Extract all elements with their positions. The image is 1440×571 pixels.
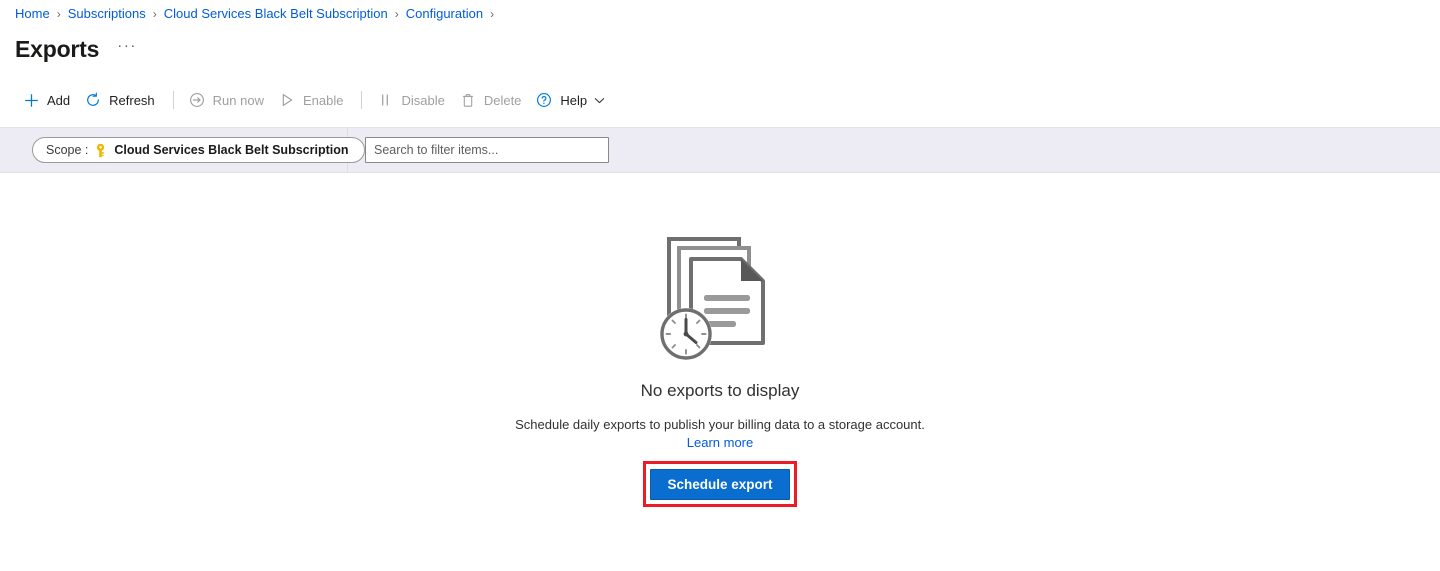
empty-state: No exports to display Schedule daily exp…: [0, 173, 1440, 507]
filter-bar: Scope : Cloud Services Black Belt Subscr…: [0, 127, 1440, 173]
run-now-button[interactable]: Run now: [183, 85, 273, 115]
search-filter-zone: [348, 128, 609, 172]
toolbar-divider: [361, 91, 363, 109]
breadcrumb-separator-icon: ›: [152, 7, 157, 21]
search-input[interactable]: [365, 137, 609, 163]
run-now-label: Run now: [212, 92, 264, 108]
disable-button[interactable]: Disable: [371, 85, 453, 115]
empty-state-description: Schedule daily exports to publish your b…: [515, 417, 925, 432]
schedule-export-button[interactable]: Schedule export: [650, 469, 790, 500]
breadcrumb-item-subscription[interactable]: Cloud Services Black Belt Subscription: [164, 0, 388, 28]
help-label: Help: [560, 92, 588, 108]
scheduled-documents-clock-illustration: [655, 229, 785, 369]
toolbar-divider: [172, 91, 174, 109]
run-now-icon: [188, 91, 206, 109]
refresh-button[interactable]: Refresh: [79, 85, 164, 115]
add-button[interactable]: Add: [17, 85, 79, 115]
help-button[interactable]: Help: [530, 85, 614, 115]
chevron-down-icon[interactable]: [594, 95, 605, 106]
play-icon: [278, 91, 296, 109]
breadcrumb: Home › Subscriptions › Cloud Services Bl…: [0, 0, 1440, 28]
enable-label: Enable: [302, 92, 344, 108]
enable-button[interactable]: Enable: [273, 85, 352, 115]
plus-icon: [22, 91, 40, 109]
breadcrumb-item-configuration[interactable]: Configuration: [406, 0, 483, 28]
breadcrumb-separator-icon: ›: [394, 7, 399, 21]
delete-label: Delete: [483, 92, 522, 108]
breadcrumb-item-subscriptions[interactable]: Subscriptions: [68, 0, 146, 28]
scope-filter-pill[interactable]: Scope : Cloud Services Black Belt Subscr…: [32, 137, 365, 163]
refresh-icon: [84, 91, 102, 109]
learn-more-link[interactable]: Learn more: [687, 435, 753, 450]
scope-value: Cloud Services Black Belt Subscription: [114, 143, 349, 157]
disable-label: Disable: [401, 92, 445, 108]
help-circle-icon: [535, 91, 553, 109]
breadcrumb-separator-icon: ›: [490, 7, 495, 21]
delete-button[interactable]: Delete: [454, 85, 531, 115]
breadcrumb-separator-icon: ›: [56, 7, 61, 21]
more-options-icon[interactable]: ···: [117, 37, 137, 54]
trash-icon: [459, 91, 477, 109]
breadcrumb-item-home[interactable]: Home: [15, 0, 50, 28]
refresh-label: Refresh: [109, 92, 155, 108]
subscription-key-icon: [94, 143, 107, 158]
scope-filter-zone: Scope : Cloud Services Black Belt Subscr…: [0, 128, 365, 172]
pause-icon: [376, 91, 394, 109]
add-label: Add: [47, 92, 71, 108]
command-bar: Add Refresh Run now Enable Disable Delet…: [0, 82, 1440, 118]
highlight-box: Schedule export: [643, 461, 797, 507]
page-header: Exports ···: [0, 28, 1440, 64]
empty-state-heading: No exports to display: [640, 381, 800, 400]
scope-label: Scope :: [46, 143, 89, 157]
page-title: Exports: [15, 35, 100, 62]
